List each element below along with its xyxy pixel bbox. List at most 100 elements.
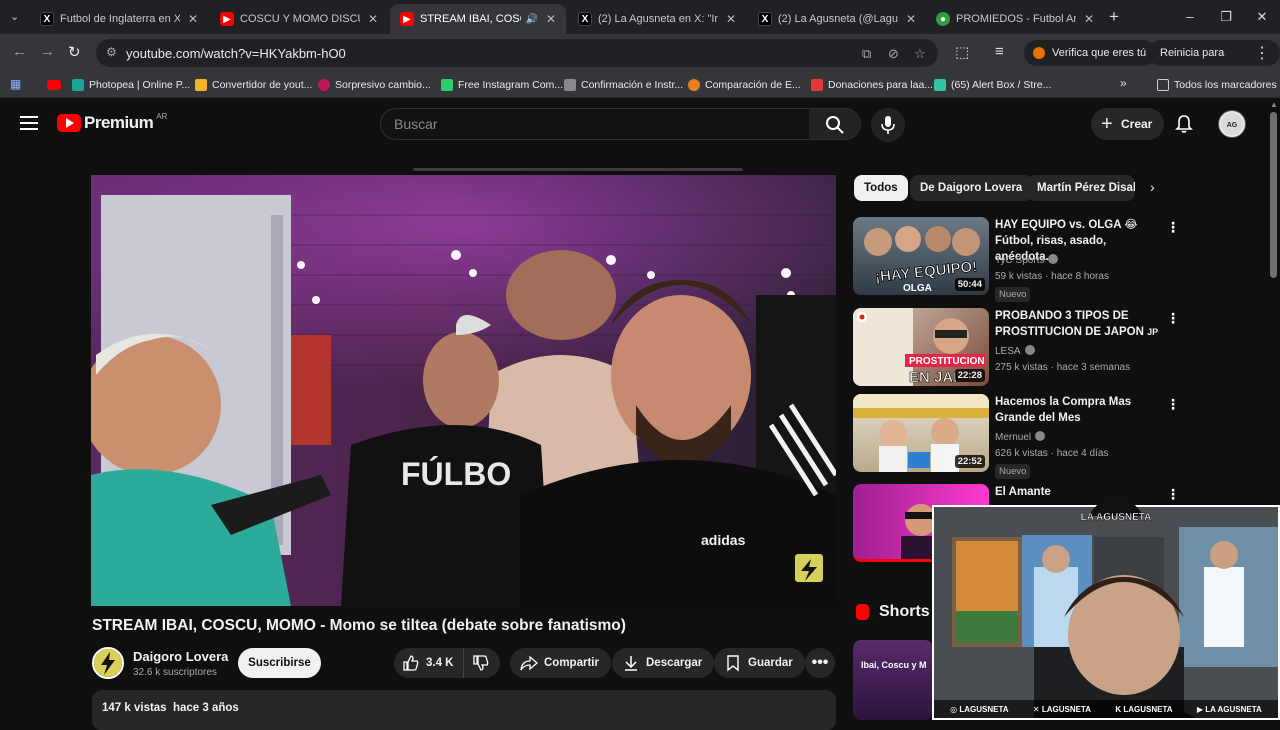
video-thumbnail[interactable]: ¡HAY EQUIPO! OLGA 50:44 bbox=[853, 217, 989, 295]
bookmark-label: Photopea | Online P... bbox=[89, 79, 191, 91]
browser-tab-1[interactable]: X Futbol de Inglaterra en X: "C ✕ bbox=[30, 4, 208, 34]
browser-tab-3[interactable]: ▶ STREAM IBAI, COSCU, M 🔊 ✕ bbox=[390, 4, 566, 34]
recommendation-item[interactable]: PROSTITUCION EN JAI 22:28 PROBANDO 3 TIP… bbox=[853, 308, 1263, 388]
shirt-brand-text: adidas bbox=[701, 532, 746, 548]
social-handles-bar: ◎ LAGUSNETA ✕ LAGUSNETA K LAGUSNETA ▶ LA… bbox=[934, 700, 1278, 718]
new-tab-icon[interactable]: + bbox=[1109, 7, 1119, 27]
recommendation-channel: Mernuel bbox=[995, 431, 1046, 443]
address-bar[interactable]: ⚙ youtube.com/watch?v=HKYakbm-hO0 ⧉ ⊘ ☆ bbox=[96, 39, 938, 67]
menu-icon[interactable] bbox=[20, 116, 38, 130]
bookmark-item[interactable]: Convertidor de yout... bbox=[195, 76, 312, 94]
browser-tab-2[interactable]: ▶ COSCU Y MOMO DISCUTEN ✕ bbox=[210, 4, 388, 34]
tab-search-icon[interactable]: ⌄ bbox=[10, 10, 19, 23]
bookmark-item[interactable]: Donaciones para laa... bbox=[811, 76, 933, 94]
speaker-icon[interactable]: 🔊 bbox=[525, 14, 537, 25]
back-icon[interactable]: ← bbox=[12, 43, 27, 60]
chip-related[interactable]: Martín Pérez Disal bbox=[1027, 175, 1135, 201]
bookmark-item[interactable]: (65) Alert Box / Stre... bbox=[934, 76, 1051, 94]
notifications-bell-icon[interactable] bbox=[1174, 114, 1194, 134]
recommendation-item[interactable]: 22:52 Hacemos la Compra Mas Grande del M… bbox=[853, 394, 1263, 480]
dislike-button[interactable] bbox=[464, 648, 496, 678]
bookmark-item[interactable]: Free Instagram Com... bbox=[441, 76, 563, 94]
video-duration: 22:52 bbox=[954, 455, 985, 468]
more-options-icon[interactable]: ⋮ bbox=[1166, 486, 1180, 503]
eye-off-icon[interactable]: ⊘ bbox=[888, 46, 899, 62]
site-info-icon[interactable]: ⚙ bbox=[106, 45, 117, 59]
verify-button[interactable]: Verifica que eres tú bbox=[1024, 40, 1157, 66]
bookmark-star-icon[interactable]: ☆ bbox=[914, 46, 926, 62]
donation-icon bbox=[811, 79, 823, 91]
lightning-icon bbox=[94, 649, 122, 677]
more-options-icon[interactable]: ⋮ bbox=[1166, 219, 1180, 236]
all-bookmarks-folder[interactable]: Todos los marcadores bbox=[1157, 76, 1277, 94]
channel-name[interactable]: Daigoro Lovera bbox=[133, 649, 228, 664]
download-button[interactable]: Descargar bbox=[612, 648, 715, 678]
browser-menu-icon[interactable]: ⋮ bbox=[1254, 43, 1270, 63]
share-button[interactable]: Compartir bbox=[510, 648, 611, 678]
bookmark-item[interactable]: Confirmación e Instr... bbox=[564, 76, 683, 94]
handle-text: LAGUSNETA bbox=[1123, 704, 1173, 714]
recommendation-item[interactable]: ¡HAY EQUIPO! OLGA 50:44 HAY EQUIPO vs. O… bbox=[853, 217, 1263, 303]
video-thumbnail[interactable]: 22:52 bbox=[853, 394, 989, 472]
page-scrollbar[interactable] bbox=[1270, 112, 1277, 278]
short-thumbnail[interactable]: Ibai, Coscu y M bbox=[853, 640, 933, 720]
close-icon[interactable]: ✕ bbox=[906, 12, 916, 26]
close-icon[interactable]: ✕ bbox=[546, 12, 556, 26]
search-icon bbox=[826, 116, 844, 134]
create-button[interactable]: + Crear bbox=[1091, 108, 1165, 140]
more-actions-button[interactable]: ••• bbox=[805, 648, 835, 678]
extensions-icon[interactable]: ⬚ bbox=[955, 43, 969, 61]
chip-all[interactable]: Todos bbox=[854, 175, 908, 201]
browser-tab-5[interactable]: X (2) La Agusneta (@Lagusnet ✕ bbox=[748, 4, 926, 34]
streamer-webcam-overlay: ◎ LAGUSNETA ✕ LAGUSNETA K LAGUSNETA ▶ LA… bbox=[932, 505, 1280, 720]
browser-tab-4[interactable]: X (2) La Agusneta en X: "Instit ✕ bbox=[568, 4, 746, 34]
search-button[interactable] bbox=[809, 108, 861, 140]
cast-icon[interactable]: ⧉ bbox=[862, 46, 871, 62]
close-icon[interactable]: ✕ bbox=[188, 12, 198, 26]
upload-age: hace 3 años bbox=[172, 702, 239, 714]
download-label: Descargar bbox=[646, 657, 703, 669]
bookmark-item[interactable]: Photopea | Online P... bbox=[72, 76, 190, 94]
more-icon: ••• bbox=[811, 654, 829, 671]
subscribe-button[interactable]: Suscribirse bbox=[238, 648, 321, 678]
recommendation-meta: 59 k vistas · hace 8 horas bbox=[995, 271, 1109, 282]
like-count: 3.4 K bbox=[426, 657, 454, 669]
close-icon[interactable]: ✕ bbox=[368, 12, 378, 26]
scroll-up-arrow-icon[interactable]: ▲ bbox=[1270, 100, 1278, 109]
apps-grid-icon[interactable]: ▦ bbox=[10, 77, 21, 91]
save-playlist-icon bbox=[727, 655, 739, 672]
reload-icon[interactable]: ↻ bbox=[68, 43, 81, 61]
voice-search-button[interactable] bbox=[871, 108, 905, 142]
subscriber-count: 32.6 k suscriptores bbox=[133, 667, 217, 678]
close-icon[interactable]: ✕ bbox=[726, 12, 736, 26]
title-line: Grande del Mes bbox=[995, 412, 1081, 424]
youtube-premium-logo[interactable]: Premium AR bbox=[57, 112, 167, 133]
bookmark-label: Free Instagram Com... bbox=[458, 79, 564, 91]
youtube-bookmark-icon[interactable] bbox=[47, 80, 61, 90]
browser-tab-6[interactable]: ● PROMIEDOS - Futbol Argent ✕ bbox=[926, 4, 1104, 34]
like-button[interactable]: 3.4 K bbox=[394, 648, 464, 678]
channel-text: TyC Sports bbox=[995, 255, 1045, 266]
forward-icon[interactable]: → bbox=[40, 43, 55, 60]
more-options-icon[interactable]: ⋮ bbox=[1166, 396, 1180, 413]
more-bookmarks-icon[interactable]: » bbox=[1120, 76, 1127, 90]
save-button[interactable]: Guardar bbox=[714, 648, 805, 678]
bookmark-item[interactable]: Comparación de E... bbox=[688, 76, 801, 94]
account-avatar[interactable]: AG bbox=[1218, 110, 1246, 138]
close-icon[interactable]: ✕ bbox=[1084, 12, 1094, 26]
tab-title: STREAM IBAI, COSCU, M bbox=[420, 13, 521, 25]
chip-channel[interactable]: De Daigoro Lovera bbox=[910, 175, 1033, 201]
video-player[interactable]: FÚLBO adidas bbox=[91, 175, 836, 606]
media-controls-icon[interactable]: ≡ bbox=[995, 43, 1004, 60]
recommendation-title: PROBANDO 3 TIPOS DE PROSTITUCION DE JAPO… bbox=[995, 308, 1160, 340]
search-input[interactable]: Buscar bbox=[380, 108, 810, 140]
close-window-icon[interactable]: ✕ bbox=[1244, 0, 1280, 34]
channel-avatar[interactable] bbox=[92, 647, 124, 679]
bookmark-item[interactable]: Sorpresivo cambio... bbox=[318, 76, 431, 94]
restore-icon[interactable]: ❐ bbox=[1208, 0, 1244, 34]
more-options-icon[interactable]: ⋮ bbox=[1166, 310, 1180, 327]
video-thumbnail[interactable]: PROSTITUCION EN JAI 22:28 bbox=[853, 308, 989, 386]
chevron-right-icon[interactable]: › bbox=[1150, 179, 1155, 195]
minimize-icon[interactable]: – bbox=[1172, 0, 1208, 34]
description-box[interactable]: 147 k vistas hace 3 años bbox=[92, 690, 836, 730]
